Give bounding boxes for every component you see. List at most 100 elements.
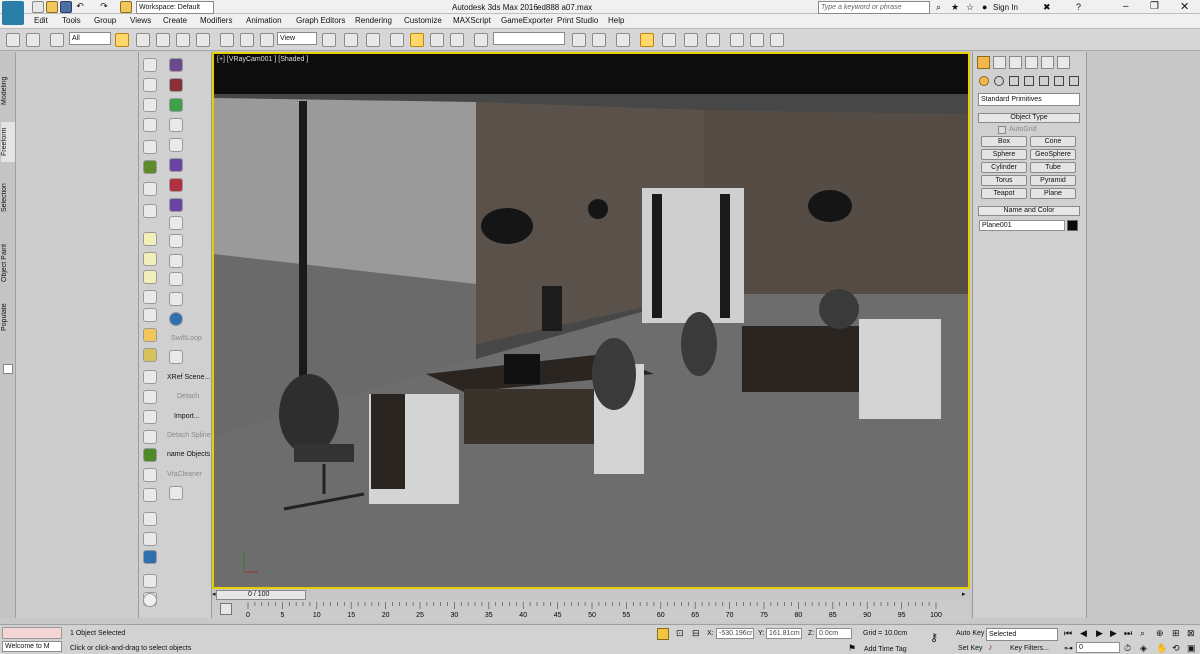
signin-link[interactable]: Sign In [993,3,1018,12]
star-icon[interactable]: ☆ [966,2,974,13]
time-slider[interactable]: 0 / 100 ◂ ▸ [212,590,970,600]
systems-icon[interactable] [1069,76,1079,86]
perspective-viewport[interactable]: [+] [VRayCam001 ] [Shaded ] [212,52,970,589]
maxscript-listener-top[interactable] [2,627,62,639]
select-by-name-icon[interactable] [136,33,150,47]
maxscript-listener[interactable]: Welcome to M [2,641,62,652]
save-icon[interactable] [60,1,72,13]
field-of-view-icon[interactable]: ◈ [1140,643,1147,654]
rendered-frame-window-icon[interactable] [750,33,764,47]
cloud-shape-2-icon[interactable] [169,254,183,268]
orbit-icon[interactable]: ⟲ [1172,643,1180,654]
selection-filter-dropdown[interactable]: All [69,32,111,45]
viewport-label[interactable]: [+] [VRayCam001 ] [Shaded ] [217,56,308,63]
globe-icon[interactable] [143,512,157,526]
edit-named-selection-icon[interactable] [474,33,488,47]
detach-button[interactable]: Detach [177,393,199,400]
link-icon[interactable] [6,33,20,47]
brush-icon[interactable] [143,204,157,218]
cloud-shape-icon[interactable] [169,234,183,248]
lock-selection-icon[interactable] [657,628,669,640]
leaf-icon[interactable] [143,160,157,174]
object-shield-icon[interactable] [169,58,183,72]
track-bar-icon[interactable] [220,603,232,615]
angle-snap-icon[interactable] [410,33,424,47]
modify-tab-icon[interactable] [993,56,1006,69]
dots-icon[interactable] [169,138,183,152]
torus-button[interactable]: Torus [981,175,1027,186]
set-key-button[interactable]: Set Key [958,645,983,652]
viewport-nav-icon[interactable] [143,58,157,72]
percent-snap-icon[interactable] [430,33,444,47]
render-production-icon[interactable] [770,33,784,47]
bind-space-warp-icon[interactable] [50,33,64,47]
x-coordinate-field[interactable]: -530.196cr [716,628,754,639]
menu-tools[interactable]: Tools [62,16,81,25]
category-dropdown[interactable]: Standard Primitives [978,93,1080,106]
snaps-toggle-icon[interactable] [390,33,404,47]
search-icon[interactable]: ⌕ [936,2,941,13]
geometry-icon[interactable] [979,76,989,86]
tool-icon[interactable] [143,370,157,384]
menu-edit[interactable]: Edit [34,16,48,25]
zoom-all-icon[interactable]: ⊕ [1156,628,1164,639]
detach-spline-button[interactable]: Detach Spline [167,432,211,439]
track-bar[interactable]: 0 5 10 15 20 25 30 35 40 45 50 55 60 65 70 75 80 85 90 95 10… [212,600,970,622]
close-button[interactable]: ✕ [1180,0,1189,13]
pencil-icon[interactable] [143,410,157,424]
rock-icon[interactable] [143,468,157,482]
menu-print-studio[interactable]: Print Studio [557,16,598,25]
project-folder-icon[interactable] [120,1,132,13]
time-config-icon[interactable]: ⏱ [1124,643,1131,654]
menu-group[interactable]: Group [94,16,116,25]
pattern-icon[interactable] [143,488,157,502]
menu-rendering[interactable]: Rendering [355,16,392,25]
cone-button[interactable]: Cone [1030,136,1076,147]
menu-gameexporter[interactable]: GameExporter [501,16,553,25]
bush-icon[interactable] [143,448,157,462]
menu-help[interactable]: Help [608,16,624,25]
green-box-icon[interactable] [169,98,183,112]
import-button[interactable]: Import... [174,413,200,420]
play-icon[interactable]: ▶ [1096,628,1103,639]
cube-icon[interactable] [169,350,183,364]
menu-graph-editors[interactable]: Graph Editors [296,16,345,25]
rectangle-icon[interactable] [143,232,157,246]
purple-loop-icon[interactable] [169,198,183,212]
modifier-shield-icon[interactable] [169,78,183,92]
add-time-tag-button[interactable]: Add Time Tag [864,646,907,653]
isolate-icon[interactable]: ⊟ [692,628,700,639]
tab-freeform[interactable]: Freeform [1,122,15,162]
absolute-mode-icon[interactable]: ⊡ [676,628,684,639]
menu-animation[interactable]: Animation [246,16,282,25]
hierarchy-tab-icon[interactable] [1009,56,1022,69]
maximize-button[interactable]: ❐ [1150,1,1159,12]
ring-icon[interactable] [143,348,157,362]
user-icon[interactable]: ● [982,2,987,12]
tab-populate[interactable]: Populate [1,298,15,336]
lamp-icon[interactable] [143,290,157,304]
favorites-icon[interactable]: ★ [951,2,959,13]
ellipse-icon[interactable] [143,252,157,266]
key-mode-toggle-icon[interactable]: ⊶ [1064,643,1073,654]
maximize-viewport-icon[interactable]: ▣ [1187,643,1196,654]
shapes-icon[interactable] [994,76,1004,86]
plane-button[interactable]: Plane [1030,188,1076,199]
zoom-extents-icon[interactable]: ⊞ [1172,628,1180,639]
tab-modeling[interactable]: Modeling [1,66,15,116]
time-tag-icon[interactable]: ⚑ [848,643,856,654]
table-icon[interactable] [143,118,157,132]
menu-create[interactable]: Create [163,16,187,25]
circle-icon[interactable] [143,270,157,284]
swiftloop-label[interactable]: SwiftLoop [171,335,202,342]
menu-modifiers[interactable]: Modifiers [200,16,232,25]
cone-icon[interactable] [143,308,157,322]
sun-icon[interactable] [143,328,157,342]
new-file-icon[interactable] [32,1,44,13]
red-shape-icon[interactable] [169,178,183,192]
material-editor-icon[interactable] [706,33,720,47]
color-swatch-icon[interactable] [143,550,157,564]
wheel-icon[interactable] [143,182,157,196]
cloud-icon[interactable] [143,140,157,154]
next-frame-button-icon[interactable]: ▶ [1110,628,1117,639]
